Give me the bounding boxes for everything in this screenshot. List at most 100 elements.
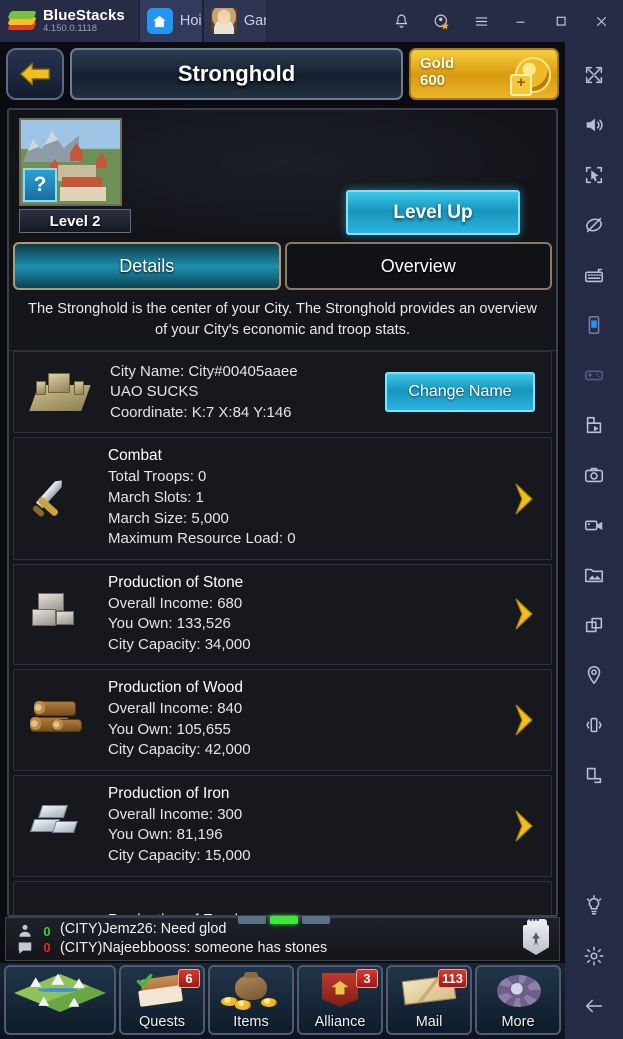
bottom-nav-map[interactable] [4, 965, 116, 1035]
brand-name: BlueStacks [43, 7, 125, 25]
world-map-icon [6, 970, 114, 1016]
page-indicator [238, 916, 330, 924]
iron-line-3: City Capacity: 15,000 [108, 847, 251, 864]
game-viewport: Stronghold Gold 600 + ? Level 2 Level Up… [0, 42, 565, 1039]
bottom-nav-items[interactable]: Items [208, 965, 294, 1035]
page-dot[interactable] [238, 916, 266, 924]
chevron-right-icon[interactable] [507, 809, 541, 843]
bottom-nav-items-label: Items [233, 1014, 269, 1030]
bottom-nav: 6 Quests Items 3 Alliance 113 Mail More [0, 963, 565, 1039]
stone-line-2: You Own: 133,526 [108, 615, 231, 633]
combat-line-4: Maximum Resource Load: 0 [108, 530, 296, 548]
bottom-nav-more-label: More [501, 1014, 535, 1030]
home-icon [146, 8, 173, 34]
chat-bar[interactable]: 0 0 (CITY)Jemz26: Need glod (CITY)Najeeb… [5, 915, 560, 961]
keyboard-icon[interactable] [565, 250, 623, 300]
lightbulb-icon[interactable] [565, 881, 623, 931]
gamepad-icon[interactable] [565, 350, 623, 400]
multi-instance-icon[interactable] [565, 600, 623, 650]
food-row[interactable]: Production of Food [13, 880, 552, 915]
tab-home[interactable]: Hoi [138, 0, 203, 42]
maximize-icon[interactable] [541, 0, 581, 42]
change-name-label: Change Name [408, 383, 512, 401]
bottom-nav-mail[interactable]: 113 Mail [386, 965, 472, 1035]
version-label: 4.150.0.1118 [43, 22, 98, 34]
wood-row[interactable]: Production of Wood Overall Income: 840 Y… [13, 669, 552, 771]
menu-icon[interactable] [461, 0, 501, 42]
minimize-icon[interactable] [501, 0, 541, 42]
camera-icon[interactable] [565, 450, 623, 500]
bluestacks-logo: BlueStacks 4.150.0.1118 [0, 8, 125, 34]
media-gallery-icon[interactable] [565, 550, 623, 600]
wood-line-1: Overall Income: 840 [108, 700, 243, 718]
gold-coin-icon [510, 57, 551, 96]
phone-portrait-icon[interactable] [565, 300, 623, 350]
stronghold-help-icon[interactable]: ? [23, 168, 57, 202]
location-pin-icon[interactable] [565, 650, 623, 700]
bottom-nav-quests[interactable]: 6 Quests [119, 965, 205, 1035]
stone-icon [24, 583, 96, 645]
combat-row[interactable]: Combat Total Troops: 0 March Slots: 1 Ma… [13, 437, 552, 560]
stronghold-summary: ? Level 2 Level Up [9, 110, 556, 242]
alliance-banner-icon[interactable] [519, 915, 553, 959]
stronghold-thumbnail[interactable]: ? [19, 118, 122, 206]
city-name-row[interactable]: City Name: City#00405aaee UAO SUCKS Coor… [13, 351, 552, 434]
food-icon [24, 891, 96, 915]
wood-line-2: You Own: 105,655 [108, 720, 231, 738]
close-icon[interactable] [581, 0, 621, 42]
stats-list[interactable]: City Name: City#00405aaee UAO SUCKS Coor… [9, 351, 556, 915]
items-bag-icon [210, 970, 292, 1016]
panel-description: The Stronghold is the center of your Cit… [9, 290, 556, 352]
page-dot[interactable] [302, 916, 330, 924]
change-name-button[interactable]: Change Name [385, 372, 535, 413]
avatar-icon [210, 8, 237, 34]
volume-icon[interactable] [565, 100, 623, 150]
chevron-right-icon[interactable] [507, 482, 541, 516]
tab-game[interactable]: Gar [202, 0, 267, 42]
chat-bubble-icon [18, 942, 32, 954]
bottom-nav-alliance[interactable]: 3 Alliance [297, 965, 383, 1035]
titlebar: BlueStacks 4.150.0.1118 Hoi Gar [0, 0, 623, 42]
bottom-nav-alliance-label: Alliance [314, 1014, 366, 1030]
combat-line-2: March Slots: 1 [108, 488, 204, 506]
level-up-label: Level Up [393, 201, 473, 223]
iron-line-1: Overall Income: 300 [108, 805, 243, 823]
stronghold-level: Level 2 [19, 209, 131, 233]
person-icon [19, 924, 31, 937]
points-star-icon[interactable] [421, 0, 461, 42]
video-record-icon[interactable] [565, 500, 623, 550]
gold-display[interactable]: Gold 600 [409, 48, 559, 100]
iron-row[interactable]: Production of Iron Overall Income: 300 Y… [13, 774, 552, 877]
bluestacks-stack-icon [7, 9, 37, 33]
window-controls [381, 0, 623, 42]
bluestacks-window: BlueStacks 4.150.0.1118 Hoi Gar Strongho… [0, 0, 623, 1039]
fullscreen-icon[interactable] [565, 50, 623, 100]
eye-off-icon[interactable] [565, 200, 623, 250]
settings-gear-icon[interactable] [565, 931, 623, 981]
back-arrow-icon[interactable] [6, 48, 64, 100]
shake-device-icon[interactable] [565, 700, 623, 750]
page-dot-active[interactable] [270, 916, 298, 924]
alliance-badge: 3 [356, 969, 378, 988]
combat-line-3: March Size: 5,000 [108, 509, 229, 527]
tab-details[interactable]: Details [13, 242, 281, 290]
sword-icon [24, 468, 96, 530]
script-play-icon[interactable] [565, 400, 623, 450]
city-coordinate-line: Coordinate: K:7 X:84 Y:146 [110, 403, 292, 421]
bottom-nav-quests-label: Quests [139, 1014, 185, 1030]
multi-select-cursor-icon[interactable] [565, 150, 623, 200]
panel-tabs: Details Overview [9, 242, 556, 290]
gold-value: 600 [420, 72, 446, 90]
level-up-button[interactable]: Level Up [346, 190, 520, 235]
chevron-right-icon[interactable] [507, 703, 541, 737]
game-header: Stronghold Gold 600 [6, 46, 559, 102]
notifications-bell-icon[interactable] [381, 0, 421, 42]
stronghold-level-label: Level 2 [49, 212, 101, 230]
chevron-right-icon[interactable] [507, 597, 541, 631]
stone-row[interactable]: Production of Stone Overall Income: 680 … [13, 563, 552, 666]
tab-overview[interactable]: Overview [284, 242, 552, 290]
bottom-nav-more[interactable]: More [475, 965, 561, 1035]
back-nav-icon[interactable] [565, 981, 623, 1031]
city-name-line: City Name: City#00405aaee [110, 362, 298, 380]
rotate-screen-icon[interactable] [565, 750, 623, 800]
